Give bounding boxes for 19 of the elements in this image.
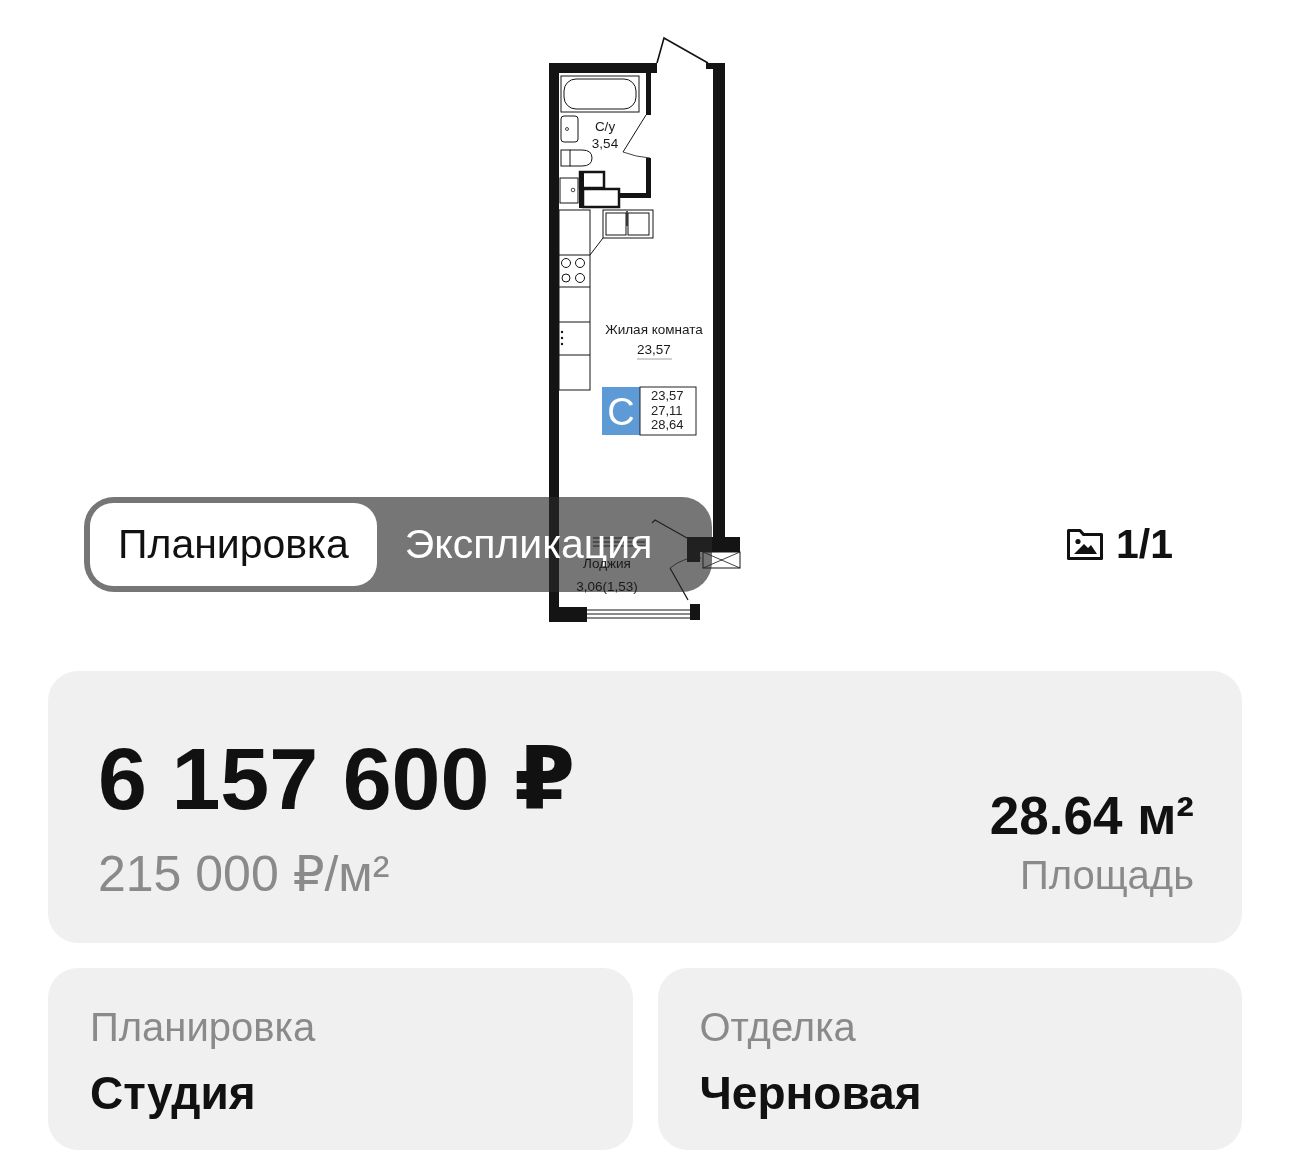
area-value: 28.64 м² <box>989 789 1194 842</box>
gallery-counter: 1/1 <box>1116 521 1173 568</box>
room-type-badge: С <box>602 387 640 435</box>
room-area: 23,57 <box>637 342 671 357</box>
price-per-square-meter: 215 000 ₽/м² <box>98 849 390 899</box>
room-name: Жилая комната <box>605 322 703 337</box>
room-name: С/у <box>594 119 616 134</box>
area-summary-value: 27,11 <box>651 402 683 418</box>
view-tab[interactable]: Планировка <box>90 503 377 586</box>
area-summary-value: 23,57 <box>651 388 684 403</box>
detail-label: Планировка <box>90 1007 317 1047</box>
area-summary-frame <box>639 386 697 436</box>
room-area: 3,06(1,53) <box>576 579 638 594</box>
area-summary-value: 28,64 <box>651 417 684 432</box>
price: 6 157 600 ₽ <box>98 735 576 823</box>
area-label: Площадь <box>1019 855 1194 895</box>
room-area: 3,54 <box>591 136 619 151</box>
image-folder-icon <box>1067 529 1103 560</box>
detail-label: Отделка <box>699 1007 857 1047</box>
